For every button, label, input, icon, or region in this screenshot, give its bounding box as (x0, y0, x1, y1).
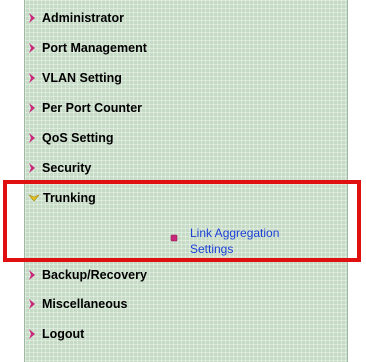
menu-item-miscellaneous[interactable]: Miscellaneous (28, 294, 127, 314)
bullet-icon (170, 229, 178, 242)
menu-item-logout[interactable]: Logout (28, 324, 84, 344)
menu-item-label: Backup/Recovery (42, 268, 147, 282)
menu-item-label: Per Port Counter (42, 101, 143, 115)
menu-item-qos-setting[interactable]: QoS Setting (28, 128, 114, 148)
menu-item-label: QoS Setting (42, 131, 114, 145)
arrow-down-icon (28, 194, 40, 202)
arrow-right-icon (28, 298, 36, 310)
menu-item-security[interactable]: Security (28, 158, 91, 178)
menu-item-vlan-setting[interactable]: VLAN Setting (28, 68, 122, 88)
arrow-right-icon (28, 72, 36, 84)
arrow-right-icon (28, 102, 36, 114)
arrow-right-icon (28, 269, 36, 281)
arrow-right-icon (28, 162, 36, 174)
submenu-item-label: Link Aggregation Settings (190, 226, 280, 256)
menu-item-label: Logout (42, 327, 85, 341)
menu-item-label: Administrator (42, 11, 124, 25)
arrow-right-icon (28, 42, 36, 54)
menu-item-backup-recovery[interactable]: Backup/Recovery (28, 265, 147, 285)
menu-item-label: Port Management (42, 41, 147, 55)
menu-item-label: Miscellaneous (42, 297, 128, 311)
menu-item-administrator[interactable]: Administrator (28, 8, 124, 28)
submenu-item-link-aggregation-settings[interactable]: Link Aggregation Settings (170, 225, 320, 257)
arrow-right-icon (28, 132, 36, 144)
menu-item-label: VLAN Setting (42, 71, 122, 85)
arrow-right-icon (28, 328, 36, 340)
menu-item-label: Trunking (43, 191, 96, 205)
menu-item-per-port-counter[interactable]: Per Port Counter (28, 98, 142, 118)
arrow-right-icon (28, 12, 36, 24)
menu-item-label: Security (42, 161, 92, 175)
menu-item-trunking[interactable]: Trunking (28, 188, 96, 208)
screenshot-frame: Administrator Port Management VLAN Setti… (0, 0, 366, 362)
menu-item-port-management[interactable]: Port Management (28, 38, 147, 58)
